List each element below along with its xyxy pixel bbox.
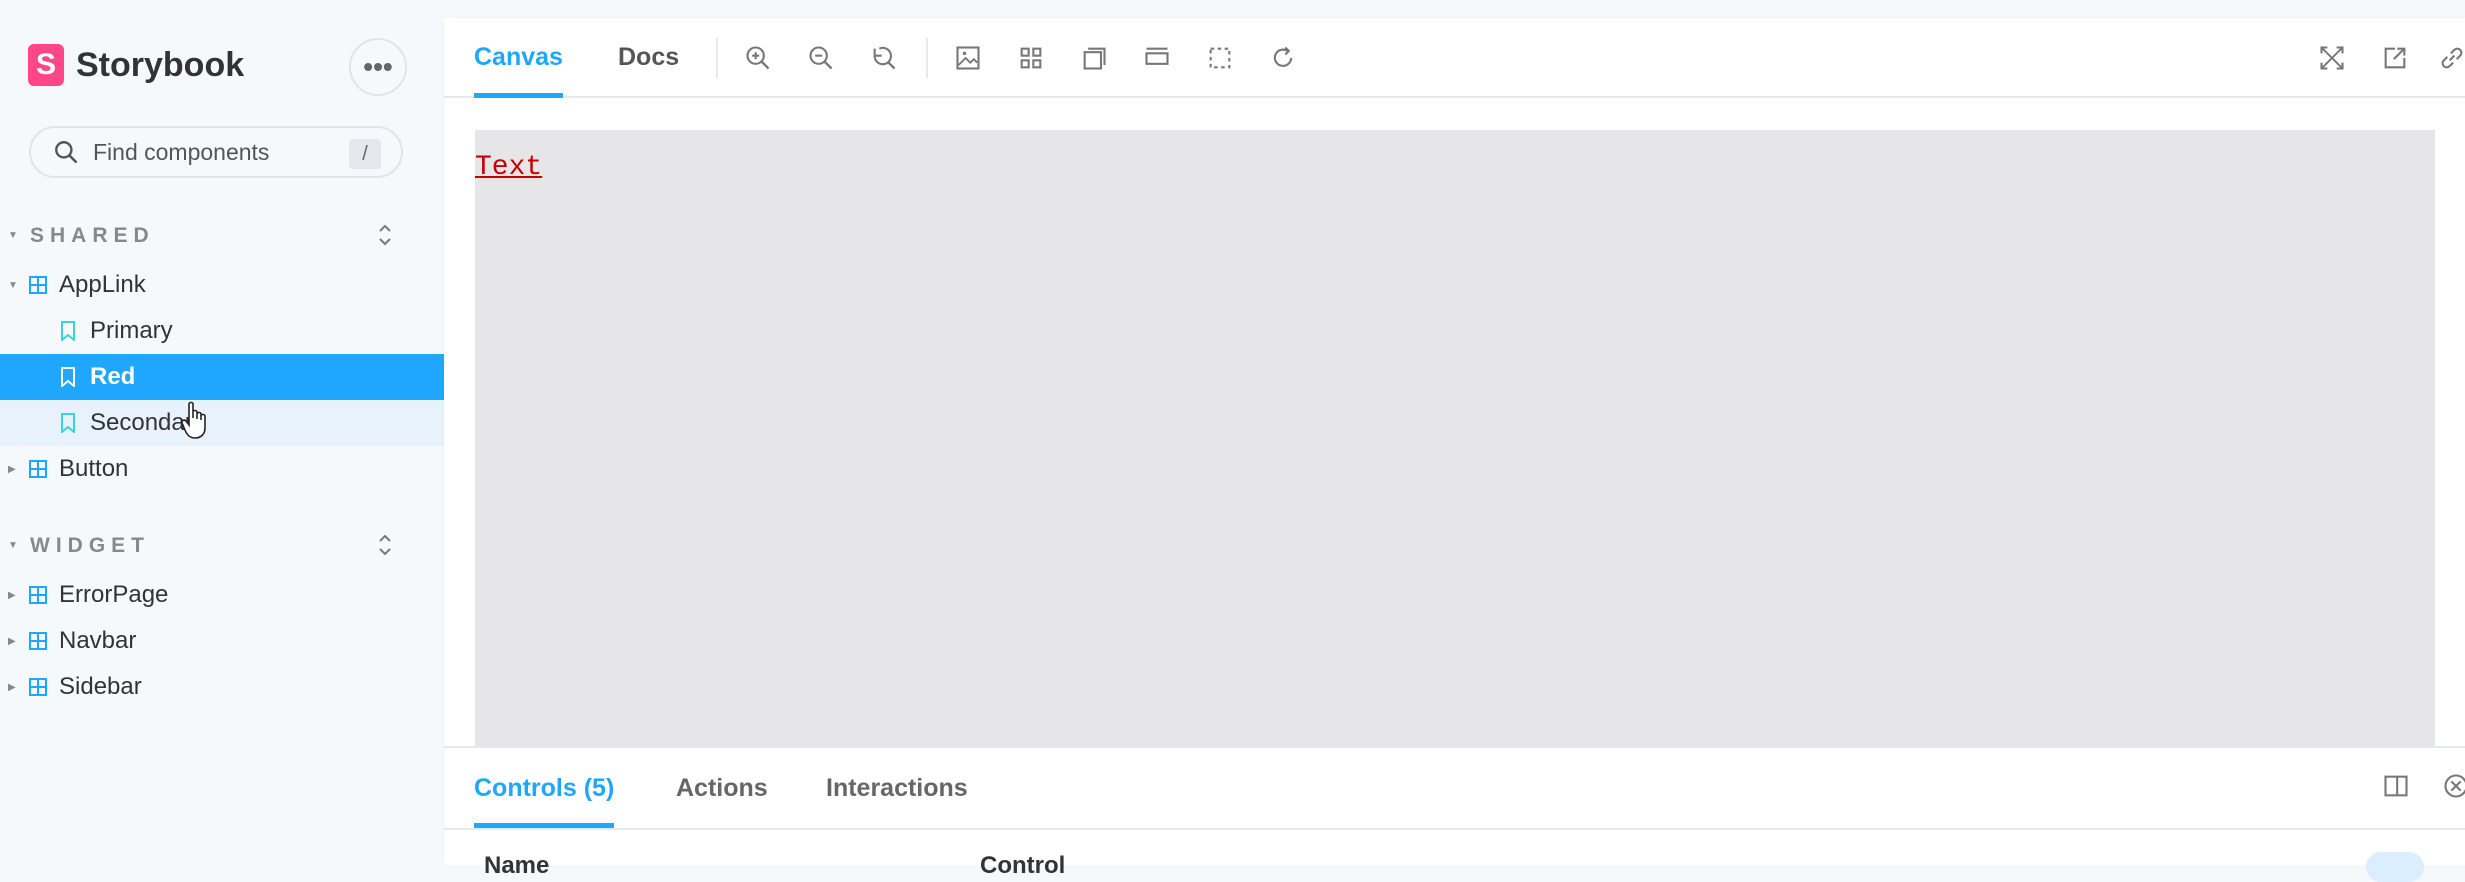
reset-controls-button[interactable] bbox=[2366, 852, 2424, 882]
expand-collapse-icon[interactable] bbox=[376, 530, 394, 560]
panel-orientation-icon[interactable] bbox=[2380, 770, 2412, 802]
copy-link-icon[interactable] bbox=[2436, 42, 2465, 74]
bookmark-icon bbox=[60, 413, 76, 433]
search-shortcut-badge: / bbox=[349, 139, 381, 169]
panel-divider bbox=[444, 828, 2465, 830]
sidebar-item-label: AppLink bbox=[59, 271, 146, 299]
sidebar: S Storybook ••• / ▼ SHARED ▼ AppLink bbox=[0, 0, 444, 863]
tab-docs[interactable]: Docs bbox=[618, 18, 679, 96]
search-field[interactable]: / bbox=[29, 126, 403, 178]
sidebar-item-label: Sidebar bbox=[59, 673, 142, 701]
storybook-logo-icon: S bbox=[28, 44, 64, 86]
component-icon bbox=[28, 677, 48, 697]
measure-icon[interactable] bbox=[1141, 42, 1173, 74]
column-header-control: Control bbox=[980, 852, 1065, 880]
applink-preview-link[interactable]: Text bbox=[475, 152, 542, 183]
sidebar-item-label: ErrorPage bbox=[59, 581, 168, 609]
tab-actions[interactable]: Actions bbox=[676, 748, 768, 828]
caret-right-icon: ▶ bbox=[8, 464, 16, 475]
caret-right-icon: ▶ bbox=[8, 682, 16, 693]
open-new-tab-icon[interactable] bbox=[2379, 42, 2411, 74]
more-options-button[interactable]: ••• bbox=[349, 38, 407, 96]
bookmark-icon bbox=[60, 367, 76, 387]
viewport-icon[interactable] bbox=[1078, 42, 1110, 74]
tab-interactions[interactable]: Interactions bbox=[826, 748, 968, 828]
component-icon bbox=[28, 275, 48, 295]
search-icon bbox=[53, 139, 79, 165]
sidebar-item-navbar[interactable]: ▶ Navbar bbox=[0, 618, 444, 664]
addons-panel: Controls (5) Actions Interactions Name C… bbox=[444, 746, 2465, 865]
component-icon bbox=[28, 459, 48, 479]
expand-collapse-icon[interactable] bbox=[376, 220, 394, 250]
tab-controls[interactable]: Controls (5) bbox=[474, 748, 614, 828]
bookmark-icon bbox=[60, 321, 76, 341]
zoom-reset-icon[interactable] bbox=[868, 42, 900, 74]
caret-down-icon: ▼ bbox=[8, 540, 18, 551]
remount-icon[interactable] bbox=[1267, 42, 1299, 74]
sidebar-item-label: Primary bbox=[90, 317, 173, 345]
component-icon bbox=[28, 631, 48, 651]
fullscreen-icon[interactable] bbox=[2316, 42, 2348, 74]
column-header-name: Name bbox=[484, 852, 549, 880]
toolbar-divider bbox=[926, 38, 928, 78]
background-icon[interactable] bbox=[952, 42, 984, 74]
sidebar-item-sidebar[interactable]: ▶ Sidebar bbox=[0, 664, 444, 710]
search-input[interactable] bbox=[91, 138, 345, 167]
story-canvas[interactable]: Text bbox=[475, 130, 2435, 746]
sidebar-item-errorpage[interactable]: ▶ ErrorPage bbox=[0, 572, 444, 618]
group-header-widget[interactable]: ▼ WIDGET bbox=[0, 530, 444, 562]
zoom-out-icon[interactable] bbox=[805, 42, 837, 74]
toolbar: Canvas Docs bbox=[444, 18, 2465, 98]
tab-canvas[interactable]: Canvas bbox=[474, 18, 563, 96]
close-panel-icon[interactable] bbox=[2440, 770, 2465, 802]
sidebar-item-applink[interactable]: ▼ AppLink bbox=[0, 262, 444, 308]
zoom-in-icon[interactable] bbox=[742, 42, 774, 74]
component-icon bbox=[28, 585, 48, 605]
caret-right-icon: ▶ bbox=[8, 636, 16, 647]
main-panel: Canvas Docs bbox=[444, 18, 2465, 863]
toolbar-divider bbox=[716, 38, 718, 78]
hand-cursor-icon bbox=[180, 400, 210, 442]
sidebar-item-label: Navbar bbox=[59, 627, 136, 655]
group-label: WIDGET bbox=[30, 534, 150, 558]
sidebar-item-label: Red bbox=[90, 363, 135, 391]
brand-name: Storybook bbox=[76, 46, 244, 85]
sidebar-story-secondary[interactable]: Secondary bbox=[0, 400, 444, 446]
brand[interactable]: S Storybook bbox=[28, 44, 244, 86]
outline-icon[interactable] bbox=[1204, 42, 1236, 74]
sidebar-item-label: Button bbox=[59, 455, 128, 483]
group-header-shared[interactable]: ▼ SHARED bbox=[0, 220, 444, 252]
caret-down-icon: ▼ bbox=[8, 230, 18, 241]
caret-right-icon: ▶ bbox=[8, 590, 16, 601]
group-label: SHARED bbox=[30, 224, 155, 248]
caret-down-icon: ▼ bbox=[8, 280, 18, 291]
grid-icon[interactable] bbox=[1015, 42, 1047, 74]
sidebar-story-primary[interactable]: Primary bbox=[0, 308, 444, 354]
sidebar-story-red[interactable]: Red bbox=[0, 354, 444, 400]
ellipsis-icon: ••• bbox=[363, 51, 392, 83]
sidebar-item-button[interactable]: ▶ Button bbox=[0, 446, 444, 492]
